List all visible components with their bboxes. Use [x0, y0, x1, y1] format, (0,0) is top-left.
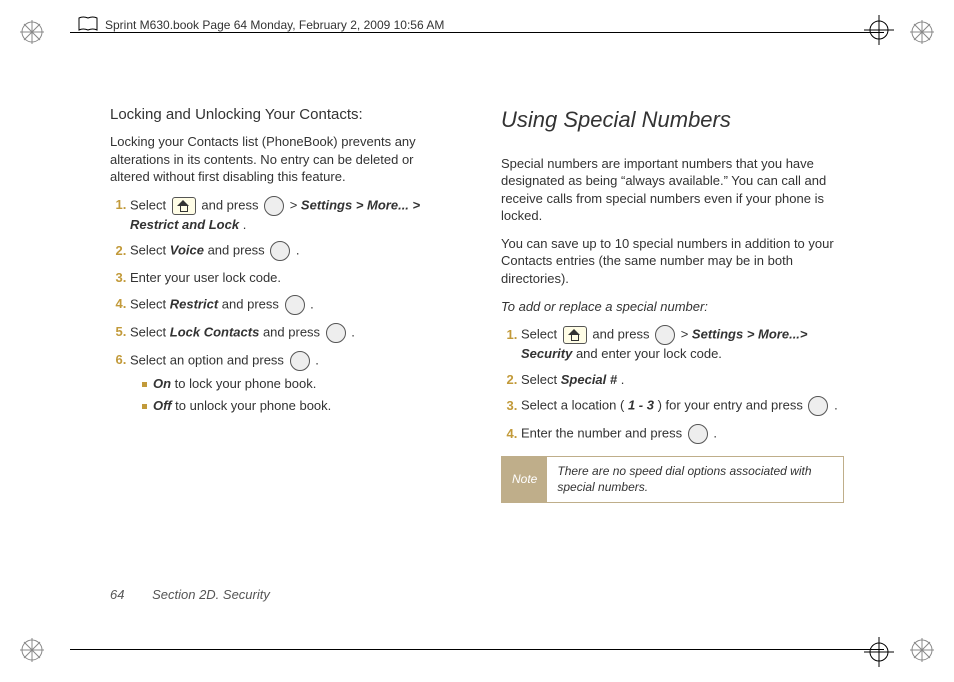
note-text: There are no speed dial options associat… [547, 457, 843, 501]
footer: 64 Section 2D. Security [110, 587, 270, 602]
left-step-2: Select Voice and press . [130, 241, 453, 261]
crop-cross-bottom-icon [864, 637, 894, 667]
reg-mark-tl-icon [20, 20, 44, 44]
right-step-3: Select a location ( 1 - 3 ) for your ent… [521, 396, 844, 416]
left-step-1: Select and press > Settings > More... > … [130, 196, 453, 234]
reg-mark-br-icon [910, 638, 934, 662]
menu-ok-icon [808, 396, 828, 416]
menu-ok-icon [655, 325, 675, 345]
sub-on: On to lock your phone book. [142, 375, 453, 393]
right-step-2: Select Special # . [521, 371, 844, 389]
header-rule [70, 32, 884, 33]
left-column: Locking and Unlocking Your Contacts: Loc… [110, 105, 453, 592]
reg-mark-bl-icon [20, 638, 44, 662]
right-column: Using Special Numbers Special numbers ar… [501, 105, 844, 592]
home-icon [563, 326, 587, 344]
page-number: 64 [110, 587, 124, 602]
menu-ok-icon [688, 424, 708, 444]
note-label: Note [502, 457, 547, 501]
book-icon [78, 16, 98, 32]
left-intro: Locking your Contacts list (PhoneBook) p… [110, 133, 453, 186]
section-title: Section 2D. Security [152, 587, 270, 602]
running-head: Sprint M630.book Page 64 Monday, Februar… [105, 18, 444, 32]
right-p1: Special numbers are important numbers th… [501, 155, 844, 225]
menu-ok-icon [326, 323, 346, 343]
right-p2: You can save up to 10 special numbers in… [501, 235, 844, 288]
left-step-4: Select Restrict and press . [130, 295, 453, 315]
square-bullet-icon [142, 404, 147, 409]
menu-ok-icon [290, 351, 310, 371]
footer-rule [70, 649, 884, 650]
menu-ok-icon [270, 241, 290, 261]
left-heading: Locking and Unlocking Your Contacts: [110, 105, 453, 125]
left-steps: Select and press > Settings > More... > … [110, 196, 453, 414]
sub-off: Off to unlock your phone book. [142, 397, 453, 415]
left-step-6-subitems: On to lock your phone book. Off to unloc… [130, 375, 453, 414]
reg-mark-tr-icon [910, 20, 934, 44]
right-steps: Select and press > Settings > More...> S… [501, 325, 844, 444]
right-step-1: Select and press > Settings > More...> S… [521, 325, 844, 363]
menu-ok-icon [264, 196, 284, 216]
left-step-5: Select Lock Contacts and press . [130, 323, 453, 343]
note-box: Note There are no speed dial options ass… [501, 456, 844, 502]
page-body: Locking and Unlocking Your Contacts: Loc… [110, 105, 844, 592]
crop-cross-top-icon [864, 15, 894, 45]
square-bullet-icon [142, 382, 147, 387]
left-step-6: Select an option and press . On to lock … [130, 351, 453, 414]
right-lead: To add or replace a special number: [501, 298, 844, 316]
right-step-4: Enter the number and press . [521, 424, 844, 444]
menu-ok-icon [285, 295, 305, 315]
left-step-3: Enter your user lock code. [130, 269, 453, 287]
right-heading: Using Special Numbers [501, 105, 844, 135]
home-icon [172, 197, 196, 215]
